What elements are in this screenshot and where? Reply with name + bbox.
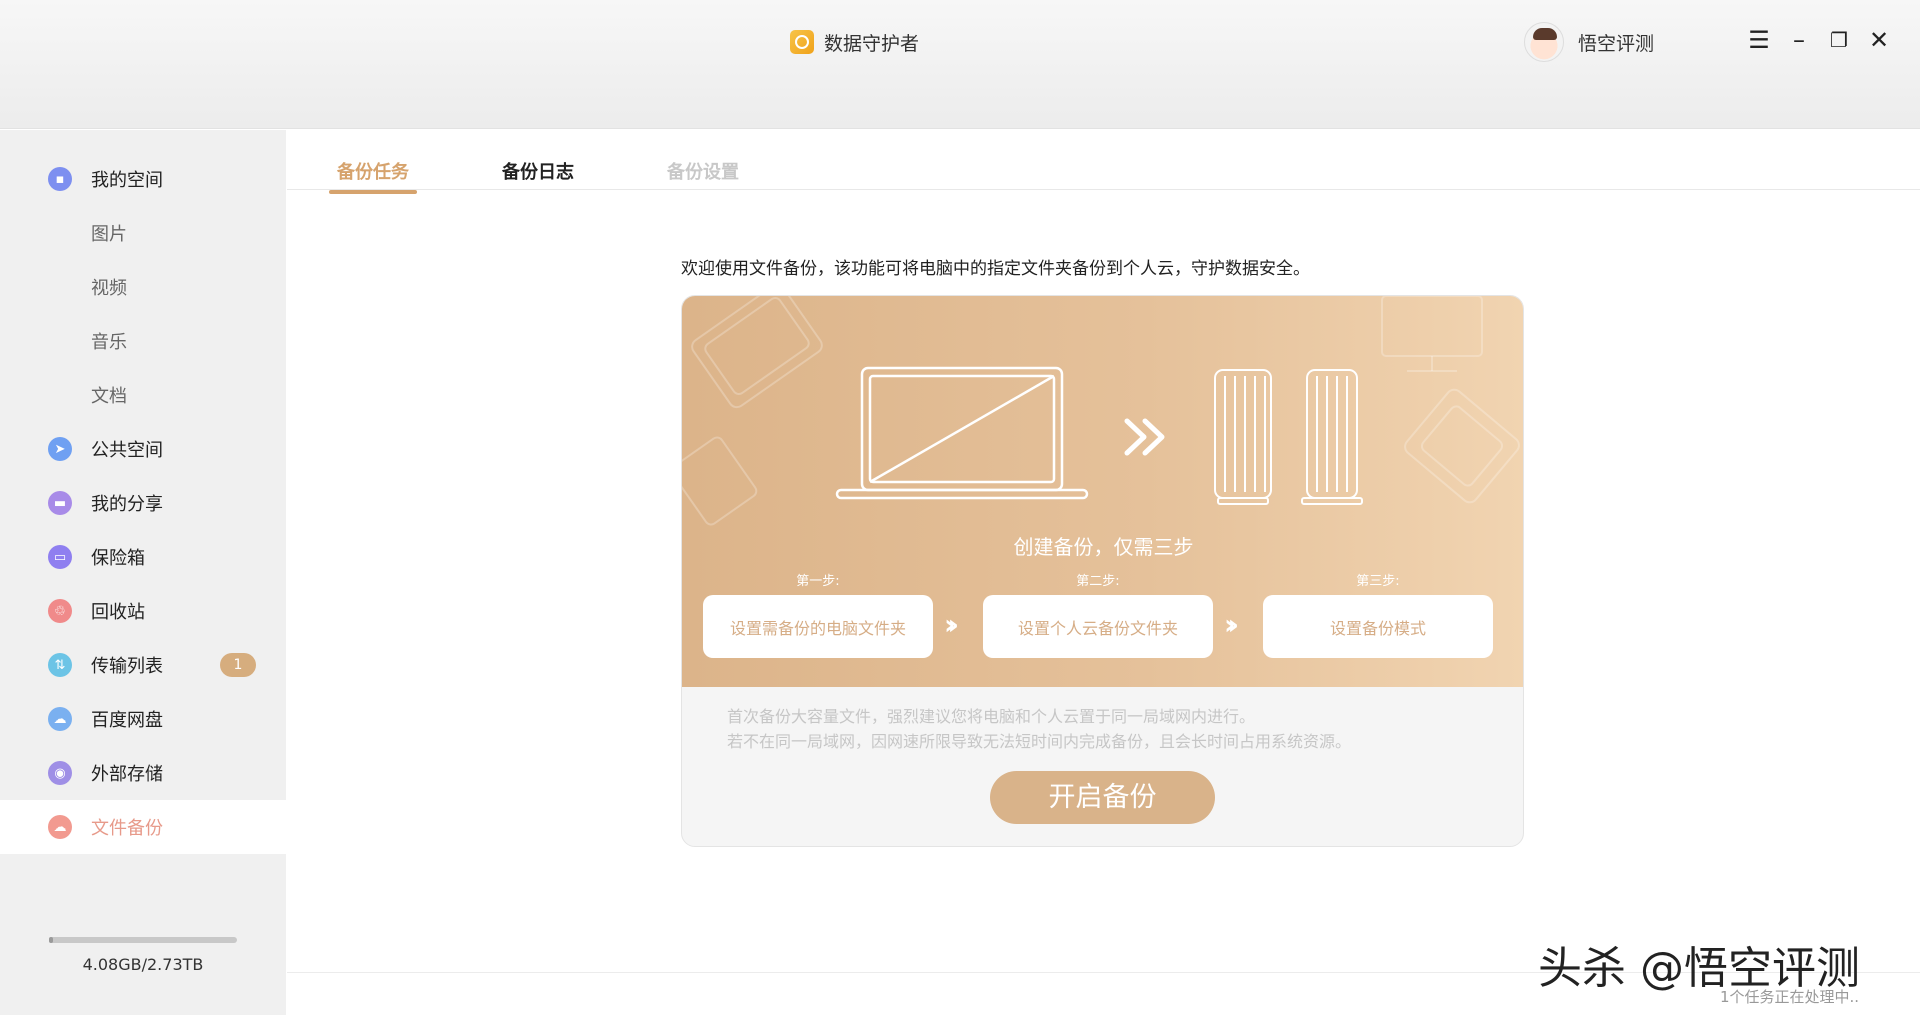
hero-title: 创建备份，仅需三步 [1013,535,1194,559]
sidebar-item[interactable]: ♲ 回收站 [0,584,286,638]
storage-usage-bar [49,937,237,943]
sidebar-item[interactable]: ☁ 文件备份 [0,800,286,854]
step-2-label: 第二步: [1076,574,1120,589]
tab-backup-log[interactable]: 备份日志 [502,158,574,184]
tab-backup-settings: 备份设置 [667,162,739,183]
tip-line-1: 首次备份大容量文件，强烈建议您将电脑和个人云置于同一局域网内进行。 [727,707,1256,726]
sidebar-item-label: 外部存储 [91,764,163,785]
sidebar-item-label: 文档 [91,386,127,407]
title-bar: 数据守护者 悟空评测 ☰ – ❐ ✕ [0,0,1920,129]
double-chevron-right-icon [1124,418,1165,456]
sidebar-item[interactable]: ▬ 我的分享 [0,476,286,530]
sidebar-item[interactable]: ☁ 百度网盘 [0,692,286,746]
sidebar-item[interactable]: ➤ 公共空间 [0,422,286,476]
sidebar-item[interactable]: 文档 [0,368,286,422]
share-icon: ▬ [48,491,72,515]
step-1-label: 第一步: [796,574,840,589]
sidebar-item-label: 我的空间 [91,170,163,191]
personal-cloud-device-icon [1214,369,1363,505]
sidebar-item-label: 回收站 [91,602,145,623]
sidebar-item[interactable]: ◉ 外部存储 [0,746,286,800]
step-3-button[interactable]: 设置备份模式 [1263,595,1493,658]
transfer-count-badge: 1 [220,653,256,677]
sidebar-item-label: 音乐 [91,332,127,353]
tab-bar: 备份任务 备份日志 备份设置 [287,130,1920,194]
hero-banner: 创建备份，仅需三步 第一步: 设置需备份的电脑文件夹 ›› 第二步: 设置个人云… [682,296,1523,687]
sidebar-item[interactable]: ⇅ 传输列表 1 [0,638,286,692]
sidebar-item[interactable]: ▭ 保险箱 [0,530,286,584]
user-account[interactable]: 悟空评测 [1524,22,1654,62]
minimize-icon[interactable]: – [1788,26,1810,54]
backup-icon: ☁ [48,815,72,839]
restore-icon[interactable]: ❐ [1828,26,1850,54]
sidebar-item-label: 保险箱 [91,548,145,569]
close-icon[interactable]: ✕ [1868,26,1890,54]
task-status-text[interactable]: 1个任务正在处理中.. [1720,986,1859,1007]
app-title-text: 数据守护者 [824,32,920,55]
sidebar-item[interactable]: 视频 [0,260,286,314]
chevron-right-icon: ›› [1224,608,1239,641]
storage-usage-fill [49,937,53,943]
sidebar-item-label: 视频 [91,278,127,299]
sidebar-item-label: 公共空间 [91,440,163,461]
my-space-icon: ▪ [48,167,72,191]
public-space-icon: ➤ [48,437,72,461]
baidu-pan-icon: ☁ [48,707,72,731]
transfer-icon: ⇅ [48,653,72,677]
tip-line-2: 若不在同一局域网，因网速所限导致无法短时间内完成备份，且会长时间占用系统资源。 [727,732,1352,751]
step-1-button[interactable]: 设置需备份的电脑文件夹 [703,595,933,658]
tab-backup-tasks[interactable]: 备份任务 [329,158,417,194]
safe-icon: ▭ [48,545,72,569]
sidebar-item-label: 百度网盘 [91,710,163,731]
sidebar-item[interactable]: ▪ 我的空间 [0,152,286,206]
sidebar-item-label: 文件备份 [91,818,163,839]
storage-usage-text: 4.08GB/2.73TB [82,955,204,974]
laptop-icon [835,366,1089,500]
app-logo-icon [790,30,814,54]
sidebar-item-label: 我的分享 [91,494,163,515]
user-name[interactable]: 悟空评测 [1578,29,1654,56]
menu-icon[interactable]: ☰ [1748,26,1770,54]
sidebar-item[interactable]: 图片 [0,206,286,260]
step-3-label: 第三步: [1356,574,1400,589]
external-storage-icon: ◉ [48,761,72,785]
intro-text: 欢迎使用文件备份，该功能可将电脑中的指定文件夹备份到个人云，守护数据安全。 [681,259,1310,279]
avatar[interactable] [1524,22,1564,62]
sidebar-item-label: 传输列表 [91,656,163,677]
backup-intro-card: 创建备份，仅需三步 第一步: 设置需备份的电脑文件夹 ›› 第二步: 设置个人云… [681,295,1524,847]
app-title: 数据守护者 [790,28,919,56]
chevron-right-icon: ›› [944,608,959,641]
window-controls: ☰ – ❐ ✕ [1748,26,1890,54]
recycle-bin-icon: ♲ [48,599,72,623]
start-backup-button[interactable]: 开启备份 [990,771,1215,824]
sidebar-item-label: 图片 [91,224,127,245]
sidebar-item[interactable]: 音乐 [0,314,286,368]
step-2-button[interactable]: 设置个人云备份文件夹 [983,595,1213,658]
sidebar: ▪ 我的空间图片视频音乐文档 ➤ 公共空间 ▬ 我的分享 ▭ 保险箱 ♲ 回收站 ⇅ 传输列表 1 ☁ 百度… [0,130,286,1015]
